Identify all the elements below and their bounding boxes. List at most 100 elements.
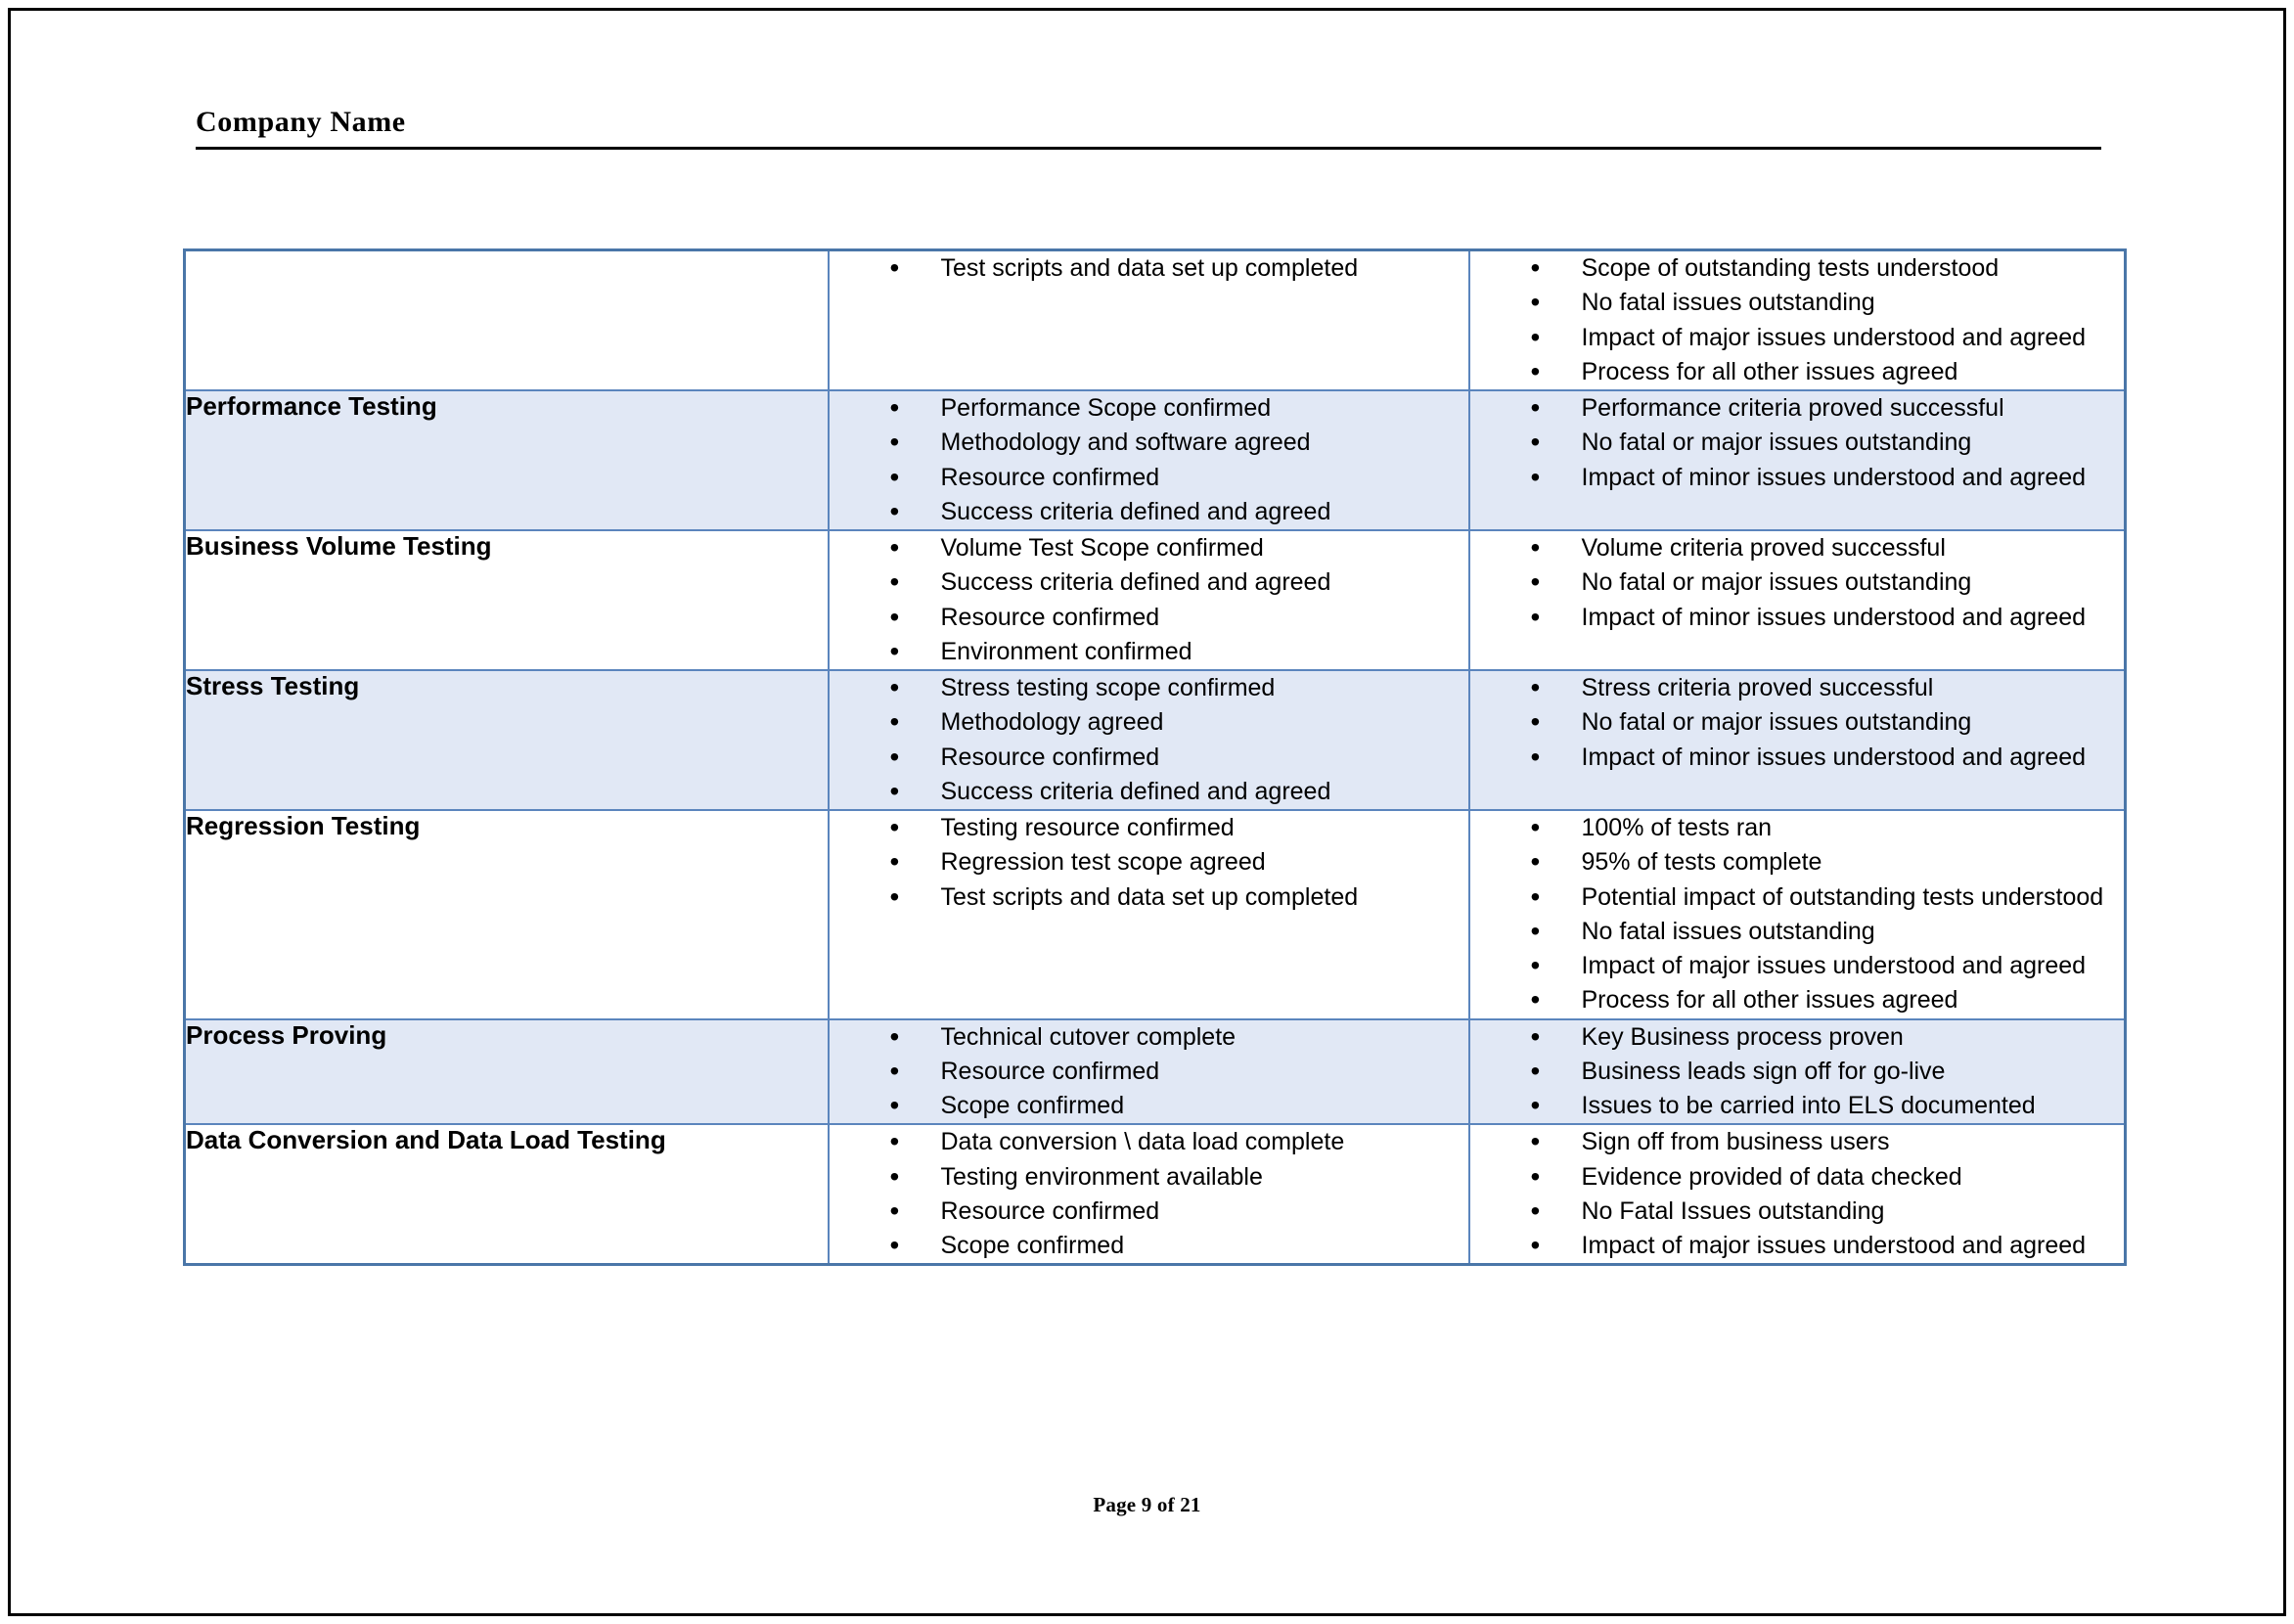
header-divider (196, 147, 2101, 150)
bullet-item: Success criteria defined and agreed (830, 493, 1468, 531)
bullet-item: Performance criteria proved successful (1470, 389, 2125, 428)
exit-criteria-cell: Volume criteria proved successfulNo fata… (1467, 529, 2127, 671)
entry-criteria-cell: Data conversion \ data load completeTest… (827, 1123, 1470, 1266)
entry-criteria-cell-list: Stress testing scope confirmedMethodolog… (830, 669, 1468, 811)
table-row: Process Proving Technical cutover complet… (183, 1017, 2127, 1126)
bullet-item: Business leads sign off for go-live (1470, 1053, 2125, 1091)
bullet-item: Methodology and software agreed (830, 424, 1468, 462)
document-footer: Page 9 of 21 (0, 1493, 2294, 1517)
exit-criteria-cell: Stress criteria proved successfulNo fata… (1467, 669, 2127, 811)
phase-name-label: Business Volume Testing (186, 531, 492, 561)
exit-criteria-cell-list: Stress criteria proved successfulNo fata… (1470, 669, 2125, 776)
bullet-item: No fatal issues outstanding (1470, 284, 2125, 322)
table-row: Regression Testing Testing resource confi… (183, 809, 2127, 1020)
bullet-item: Impact of minor issues understood and ag… (1470, 598, 2125, 636)
table-body: Test scripts and data set up completedSc… (183, 248, 2127, 1266)
phase-name-cell: Business Volume Testing (183, 529, 830, 671)
bullet-item: Scope confirmed (830, 1087, 1468, 1125)
bullet-item: Key Business process proven (1470, 1017, 2125, 1056)
exit-criteria-cell-list: Performance criteria proved successfulNo… (1470, 389, 2125, 496)
entry-criteria-cell-list: Performance Scope confirmedMethodology a… (830, 389, 1468, 531)
phase-name-cell: Stress Testing (183, 669, 830, 811)
bullet-item: Resource confirmed (830, 738, 1468, 776)
entry-criteria-cell: Technical cutover completeResource confi… (827, 1017, 1470, 1126)
exit-criteria-cell-list: 100% of tests ran95% of tests completePo… (1470, 809, 2125, 1019)
exit-criteria-cell: Key Business process provenBusiness lead… (1467, 1017, 2127, 1126)
phase-name-cell: Regression Testing (183, 809, 830, 1020)
bullet-item: Resource confirmed (830, 1053, 1468, 1091)
header-company-name: Company Name (196, 106, 406, 138)
bullet-item: Impact of major issues understood and ag… (1470, 1227, 2125, 1265)
entry-criteria-cell: Testing resource confirmedRegression tes… (827, 809, 1470, 1020)
bullet-item: No Fatal Issues outstanding (1470, 1193, 2125, 1231)
bullet-item: No fatal or major issues outstanding (1470, 424, 2125, 462)
bullet-item: Technical cutover complete (830, 1017, 1468, 1056)
bullet-item: Performance Scope confirmed (830, 389, 1468, 428)
phase-name-label: Regression Testing (186, 811, 421, 840)
page-content: Company Name Test scripts and data set u… (0, 0, 2294, 1624)
table-row: Data Conversion and Data Load Testing Dat… (183, 1123, 2127, 1266)
bullet-item: Scope of outstanding tests understood (1470, 249, 2125, 288)
bullet-item: 100% of tests ran (1470, 809, 2125, 847)
bullet-item: Regression test scope agreed (830, 843, 1468, 881)
bullet-item: Impact of major issues understood and ag… (1470, 947, 2125, 985)
bullet-item: Environment confirmed (830, 633, 1468, 671)
table-row: Performance Testing Performance Scope con… (183, 389, 2127, 531)
exit-criteria-cell-list: Key Business process provenBusiness lead… (1470, 1017, 2125, 1125)
table-row: Business Volume Testing Volume Test Scope… (183, 529, 2127, 671)
entry-criteria-cell: Performance Scope confirmedMethodology a… (827, 389, 1470, 531)
bullet-item: Stress testing scope confirmed (830, 669, 1468, 707)
exit-criteria-cell-list: Sign off from business usersEvidence pro… (1470, 1123, 2125, 1265)
phase-name-label: Process Proving (186, 1019, 387, 1050)
bullet-item: Process for all other issues agreed (1470, 353, 2125, 391)
bullet-item: Resource confirmed (830, 458, 1468, 496)
exit-criteria-cell-list: Volume criteria proved successfulNo fata… (1470, 529, 2125, 636)
entry-criteria-cell: Volume Test Scope confirmedSuccess crite… (827, 529, 1470, 671)
bullet-item: Scope confirmed (830, 1227, 1468, 1265)
bullet-item: Methodology agreed (830, 703, 1468, 742)
bullet-item: Impact of minor issues understood and ag… (1470, 738, 2125, 776)
exit-criteria-cell: Sign off from business usersEvidence pro… (1467, 1123, 2127, 1266)
bullet-item: No fatal issues outstanding (1470, 913, 2125, 951)
entry-criteria-cell-list: Data conversion \ data load completeTest… (830, 1123, 1468, 1265)
phase-name-cell-empty (183, 248, 830, 391)
phase-name-label: Performance Testing (186, 391, 437, 421)
bullet-item: Success criteria defined and agreed (830, 564, 1468, 602)
entry-criteria-cell-list: Technical cutover completeResource confi… (830, 1017, 1468, 1125)
exit-criteria-cell: Scope of outstanding tests understoodNo … (1467, 248, 2127, 391)
bullet-item: Process for all other issues agreed (1470, 981, 2125, 1019)
bullet-item: Issues to be carried into ELS documented (1470, 1087, 2125, 1125)
bullet-item: Volume Test Scope confirmed (830, 529, 1468, 567)
entry-criteria-cell-list: Volume Test Scope confirmedSuccess crite… (830, 529, 1468, 671)
bullet-item: Impact of minor issues understood and ag… (1470, 458, 2125, 496)
exit-criteria-cell: Performance criteria proved successfulNo… (1467, 389, 2127, 531)
table-row: Stress Testing Stress testing scope confi… (183, 669, 2127, 811)
phase-name-label: Stress Testing (186, 671, 360, 700)
entry-criteria-cell-list: Test scripts and data set up completed (830, 249, 1468, 288)
exit-criteria-cell: 100% of tests ran95% of tests completePo… (1467, 809, 2127, 1020)
phase-name-label: Data Conversion and Data Load Testing (186, 1125, 666, 1155)
bullet-item: Stress criteria proved successful (1470, 669, 2125, 707)
document-page: Company Name Test scripts and data set u… (0, 0, 2294, 1624)
bullet-item: Test scripts and data set up completed (830, 249, 1468, 288)
entry-criteria-cell-list: Testing resource confirmedRegression tes… (830, 809, 1468, 916)
bullet-item: Data conversion \ data load complete (830, 1123, 1468, 1161)
bullet-item: Evidence provided of data checked (1470, 1157, 2125, 1195)
bullet-item: Potential impact of outstanding tests un… (1470, 878, 2125, 916)
footer-page-number: Page 9 of 21 (1093, 1493, 1201, 1516)
bullet-item: Impact of major issues understood and ag… (1470, 318, 2125, 356)
bullet-item: No fatal or major issues outstanding (1470, 703, 2125, 742)
phase-name-cell: Performance Testing (183, 389, 830, 531)
phase-name-cell: Data Conversion and Data Load Testing (183, 1123, 830, 1266)
bullet-item: Sign off from business users (1470, 1123, 2125, 1161)
entry-exit-criteria-table: Test scripts and data set up completedSc… (183, 248, 2127, 1267)
entry-criteria-cell: Stress testing scope confirmedMethodolog… (827, 669, 1470, 811)
phase-name-cell: Process Proving (183, 1017, 830, 1126)
document-header: Company Name (196, 106, 2101, 150)
bullet-item: Testing resource confirmed (830, 809, 1468, 847)
bullet-item: Testing environment available (830, 1157, 1468, 1195)
bullet-item: Volume criteria proved successful (1470, 529, 2125, 567)
bullet-item: Test scripts and data set up completed (830, 878, 1468, 916)
bullet-item: Success criteria defined and agreed (830, 773, 1468, 811)
bullet-item: Resource confirmed (830, 1193, 1468, 1231)
